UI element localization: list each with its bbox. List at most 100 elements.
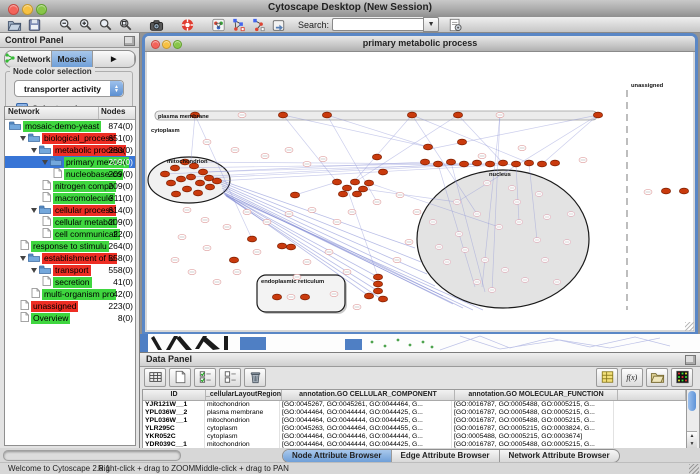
unselect-attributes-icon[interactable]	[219, 368, 241, 387]
attribute-editor-icon[interactable]	[596, 368, 618, 387]
tab-network[interactable]: Network	[5, 51, 52, 67]
tree-row[interactable]: cell communicati22(0)	[5, 228, 135, 240]
zoom-fit-icon[interactable]	[96, 18, 114, 32]
snapshot-icon[interactable]	[147, 18, 165, 32]
scroll-down-icon[interactable]: ▼	[687, 440, 697, 448]
zoom-in-icon[interactable]	[76, 18, 94, 32]
network-view-title: primary metabolic process	[145, 38, 695, 48]
tree-row[interactable]: secretion41(0)	[5, 276, 135, 288]
tree-row[interactable]: metabolic process280(0)	[5, 144, 135, 156]
network-tree-header[interactable]: Network Nodes	[5, 107, 135, 120]
table-row[interactable]: YLR295Ccytoplasm[GO:0045263, GO:0044464,…	[143, 425, 686, 433]
window-titlebar[interactable]: Cytoscape Desktop (New Session)	[0, 0, 700, 18]
file-icon	[31, 288, 40, 300]
folder-icon	[39, 145, 51, 156]
show-all-attributes-icon[interactable]	[144, 368, 166, 387]
expand-arrow-icon[interactable]	[31, 268, 37, 273]
table-row[interactable]: YPL036W__2plasma membrane[GO:0044464, GO…	[143, 409, 686, 417]
table-column-header[interactable]: annotation.GO MOLECULAR_FUNCTION	[455, 390, 618, 400]
status-welcome: Welcome to Cytoscape 2.8.1	[8, 464, 110, 473]
layout-edges-icon[interactable]	[249, 18, 267, 32]
delete-attribute-icon[interactable]	[244, 368, 266, 387]
tree-row-count: 209(0)	[108, 217, 133, 227]
tab-overflow-arrow[interactable]: ▶	[93, 51, 135, 67]
open-file-icon[interactable]	[5, 18, 23, 32]
expand-arrow-icon[interactable]	[31, 148, 37, 153]
scrollbar-thumb[interactable]	[688, 391, 696, 411]
tree-row[interactable]: unassigned223(0)	[5, 300, 135, 312]
tree-row[interactable]: mosaic-demo-yeast874(0)	[5, 120, 135, 132]
group-label: Node color selection	[10, 67, 95, 76]
search-dropdown-button[interactable]: ▼	[423, 17, 439, 32]
tree-row[interactable]: nitrogen compo209(0)	[5, 180, 135, 192]
tree-row[interactable]: macromolecule311(0)	[5, 192, 135, 204]
control-panel-tabs: NetworkMosaic▶	[4, 50, 136, 68]
select-attributes-icon[interactable]	[194, 368, 216, 387]
table-row[interactable]: YPL036W__1mitochondrion[GO:0044464, GO:0…	[143, 417, 686, 425]
table-row[interactable]: YJR121W__1mitochondrion[GO:0045267, GO:0…	[143, 401, 686, 409]
vizmapper-icon[interactable]	[209, 18, 227, 32]
search-input[interactable]	[332, 18, 423, 31]
tab-network-attribute-browser[interactable]: Network Attribute Browser	[500, 450, 619, 462]
expand-arrow-icon[interactable]	[20, 136, 26, 141]
scrollbar-arrows[interactable]: ▲ ▼	[687, 431, 697, 448]
save-session-icon[interactable]	[25, 18, 43, 32]
expand-arrow-icon[interactable]	[42, 160, 48, 165]
network-canvas[interactable]: plasma membranecytoplasmmitochondrionnuc…	[147, 52, 693, 330]
window-resize-grip[interactable]	[685, 322, 694, 331]
tab-edge-attribute-browser[interactable]: Edge Attribute Browser	[392, 450, 500, 462]
tree-row[interactable]: transport558(0)	[5, 264, 135, 276]
svg-text:unassigned: unassigned	[631, 83, 664, 89]
table-scrollbar[interactable]: ▲ ▼	[686, 389, 700, 449]
tree-row[interactable]: response to stimulu264(0)	[5, 240, 135, 252]
table-column-header[interactable]: annotation.GO CELLULAR_COMPONENT	[282, 390, 455, 400]
tree-row[interactable]: nucleobase-co209(0)	[5, 168, 135, 180]
search-settings-icon[interactable]	[446, 18, 464, 32]
combobox-stepper-icon[interactable]: ▲▼	[110, 81, 123, 96]
tree-row[interactable]: biological_process651(0)	[5, 132, 135, 144]
table-cell: mitochondrion	[205, 417, 280, 425]
tree-row[interactable]: cellular metabol209(0)	[5, 216, 135, 228]
attribute-table[interactable]: ID_cellularLayoutRegionannotation.GO CEL…	[142, 389, 687, 449]
tree-column-network[interactable]: Network	[5, 107, 99, 119]
tree-row[interactable]: Overview8(0)	[5, 312, 135, 324]
expand-arrow-icon[interactable]	[31, 208, 37, 213]
table-cell: YLR295C	[143, 425, 205, 433]
tree-row-count: 8(0)	[118, 313, 133, 323]
browser-tabs-row: Node Attribute BrowserEdge Attribute Bro…	[0, 448, 700, 462]
create-new-attribute-icon[interactable]	[169, 368, 191, 387]
tree-row-label: response to stimulu	[31, 241, 109, 252]
float-panel-icon[interactable]	[685, 355, 696, 365]
float-panel-icon[interactable]	[124, 36, 135, 46]
tree-row[interactable]: primary metabol209(0)	[5, 156, 135, 168]
scroll-up-icon[interactable]: ▲	[687, 432, 697, 440]
table-cell: [GO:0045263, GO:0044464, GO:0044455, G..…	[280, 425, 452, 433]
table-column-header[interactable]: ID	[143, 390, 206, 400]
search-label: Search:	[298, 20, 329, 30]
tab-mosaic[interactable]: Mosaic	[52, 51, 94, 67]
zoom-selected-icon[interactable]	[116, 18, 134, 32]
tree-column-nodes[interactable]: Nodes	[99, 107, 135, 119]
zoom-out-icon[interactable]	[56, 18, 74, 32]
network-window-titlebar[interactable]: primary metabolic process	[145, 36, 695, 52]
tree-row[interactable]: multi-organism pro42(0)	[5, 288, 135, 300]
table-row[interactable]: YKR052Ccytoplasm[GO:0044464, GO:0044446,…	[143, 433, 686, 441]
app-resize-grip[interactable]	[689, 464, 699, 474]
function-builder-icon[interactable]: f(x)	[621, 368, 643, 387]
import-attributes-icon[interactable]	[646, 368, 668, 387]
attribute-matrix-icon[interactable]	[671, 368, 693, 387]
tree-row[interactable]: establishment of lo558(0)	[5, 252, 135, 264]
tab-node-attribute-browser[interactable]: Node Attribute Browser	[283, 450, 392, 462]
node-color-combobox[interactable]: transporter activity ▲▼	[14, 80, 124, 97]
tree-row[interactable]: cellular process614(0)	[5, 204, 135, 216]
import-network-icon[interactable]	[269, 18, 287, 32]
table-column-header[interactable]: _cellularLayoutRegion	[206, 390, 282, 400]
tree-row-count: 614(0)	[108, 205, 133, 215]
status-zoom-hint: Right-click + drag to ZOOM	[98, 464, 195, 473]
table-cell: [GO:0005488, GO:0005215, GO:0003674]	[452, 433, 614, 441]
help-icon[interactable]	[178, 18, 196, 32]
attribute-table-header[interactable]: ID_cellularLayoutRegionannotation.GO CEL…	[143, 390, 686, 401]
layout-network-icon[interactable]	[229, 18, 247, 32]
network-view-window[interactable]: primary metabolic process plasma membran…	[145, 36, 695, 332]
expand-arrow-icon[interactable]	[20, 256, 26, 261]
